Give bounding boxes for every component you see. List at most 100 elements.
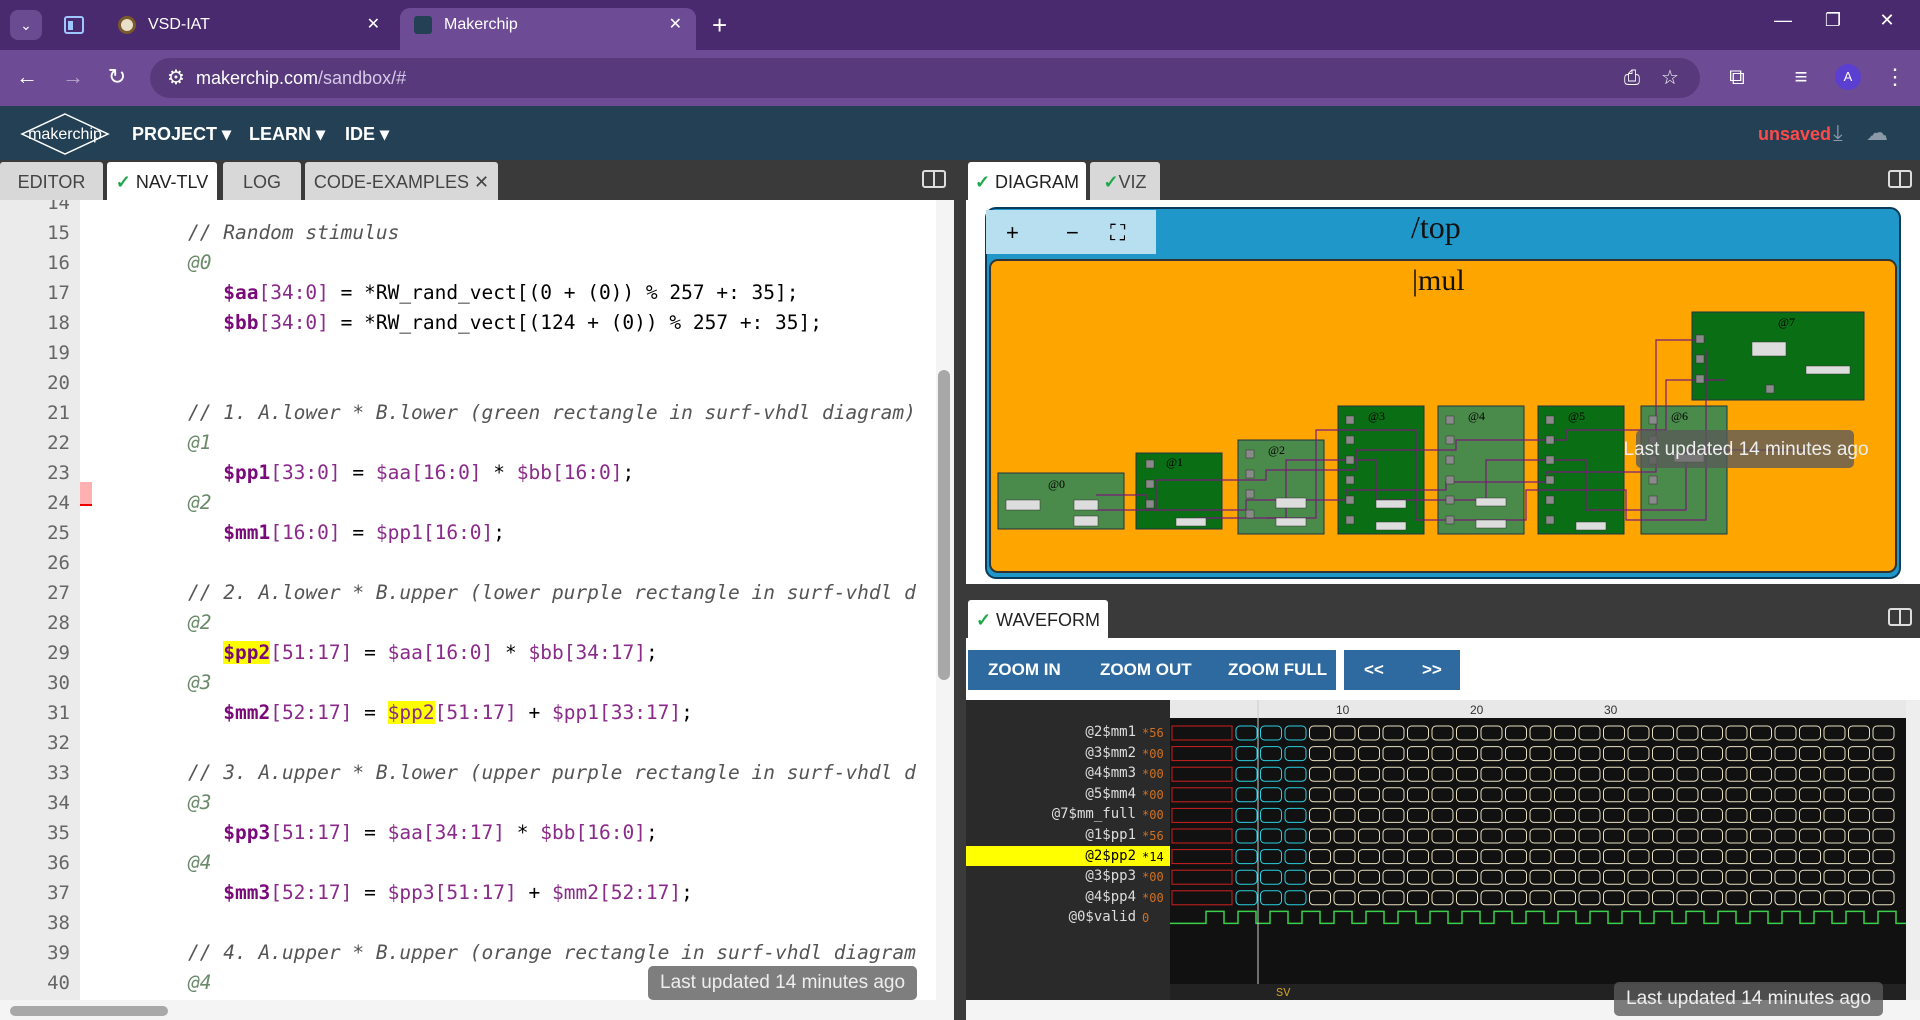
- pane-divider[interactable]: [954, 160, 966, 1020]
- close-tab-icon[interactable]: ✕: [474, 172, 489, 192]
- signal-name[interactable]: @1$pp1: [966, 827, 1136, 843]
- learn-menu[interactable]: LEARN ▾: [249, 124, 325, 145]
- code-line[interactable]: 21 // 1. A.lower * B.lower (green rectang…: [0, 398, 940, 428]
- split-pane-icon[interactable]: [922, 170, 946, 188]
- signal-trace-cell: [1848, 890, 1870, 906]
- tab-code-examples[interactable]: CODE-EXAMPLES ✕: [305, 162, 498, 200]
- tab-nav-tlv[interactable]: ✓ NAV-TLV: [107, 162, 217, 200]
- code-line[interactable]: 30 @3: [0, 668, 940, 698]
- close-window-icon[interactable]: ✕: [1872, 10, 1902, 31]
- extensions-icon[interactable]: ⧉: [1722, 64, 1752, 90]
- minimize-icon[interactable]: —: [1768, 10, 1798, 31]
- code-editor[interactable]: 14 15// Random stimulus 16 @0 17 $aa[34:0] =…: [0, 200, 954, 1020]
- bookmark-star-icon[interactable]: ☆: [1658, 67, 1682, 89]
- address-bar[interactable]: ⚙ makerchip.com/sandbox/# ⎙ ☆: [150, 58, 1700, 98]
- tab-viz[interactable]: ✓VIZ: [1090, 162, 1160, 200]
- code-line[interactable]: 27 // 2. A.lower * B.upper (lower purple …: [0, 578, 940, 608]
- code-line[interactable]: 26: [0, 548, 940, 578]
- code-line[interactable]: 29 $pp2[51:17] = $aa[16:0] * $bb[34:17];: [0, 638, 940, 668]
- editor-hscroll-thumb[interactable]: [10, 1006, 168, 1016]
- tab-search-button[interactable]: ⌄: [10, 10, 42, 40]
- code-line[interactable]: 15 // Random stimulus: [0, 218, 940, 248]
- signal-trace-cell: [1627, 725, 1650, 741]
- scroll-left-button[interactable]: <<: [1364, 650, 1384, 690]
- tab-editor[interactable]: EDITOR: [0, 162, 103, 200]
- signal-name[interactable]: @2$mm1: [966, 724, 1136, 740]
- split-pane-icon[interactable]: [1888, 170, 1912, 188]
- tab-waveform[interactable]: ✓ WAVEFORM: [968, 600, 1108, 638]
- signal-name[interactable]: @2$pp2: [966, 848, 1136, 864]
- signal-trace-cell: [1284, 828, 1307, 844]
- code-line[interactable]: 36 @4: [0, 848, 940, 878]
- zoom-out-button[interactable]: ZOOM OUT: [1100, 650, 1192, 690]
- code-line[interactable]: 24 @2: [0, 488, 940, 518]
- check-icon: ✓: [974, 172, 991, 192]
- signal-name[interactable]: @4$mm3: [966, 765, 1136, 781]
- signal-trace-cell: [1799, 725, 1821, 741]
- fit-view-icon[interactable]: ⛶: [1110, 220, 1126, 245]
- code-line[interactable]: 39 // 4. A.upper * B.upper (orange rectan…: [0, 938, 940, 968]
- code-line[interactable]: 20: [0, 368, 940, 398]
- signal-name[interactable]: @7$mm_full: [966, 806, 1136, 822]
- code-token: [51:17]: [434, 701, 517, 724]
- signal-name[interactable]: @3$pp3: [966, 868, 1136, 884]
- split-pane-icon[interactable]: [1888, 608, 1912, 626]
- editor-scroll-thumb[interactable]: [938, 370, 950, 680]
- zoom-out-icon[interactable]: −: [1066, 220, 1079, 245]
- restore-icon[interactable]: ❐: [1818, 10, 1848, 31]
- code-line[interactable]: 38: [0, 908, 940, 938]
- site-settings-icon[interactable]: ⚙: [164, 67, 188, 89]
- close-tab-icon[interactable]: ✕: [367, 8, 380, 42]
- code-line[interactable]: 22 @1: [0, 428, 940, 458]
- tab-groups-icon[interactable]: [62, 13, 86, 37]
- svg-text:@1: @1: [1166, 455, 1183, 469]
- code-line[interactable]: 17 $aa[34:0] = *RW_rand_vect[(0 + (0)) %…: [0, 278, 940, 308]
- profile-avatar[interactable]: A: [1835, 64, 1861, 90]
- code-line[interactable]: 32: [0, 728, 940, 758]
- right-pane-divider[interactable]: [966, 584, 1920, 598]
- tab-log[interactable]: LOG: [223, 162, 301, 200]
- code-line[interactable]: 28 @2: [0, 608, 940, 638]
- cloud-upload-icon[interactable]: ☁: [1866, 120, 1888, 146]
- code-line[interactable]: 34 @3: [0, 788, 940, 818]
- reload-icon[interactable]: ↻: [102, 64, 132, 90]
- code-line[interactable]: 33 // 3. A.upper * B.lower (upper purple …: [0, 758, 940, 788]
- signal-name[interactable]: @4$pp4: [966, 889, 1136, 905]
- code-line[interactable]: 14: [0, 200, 940, 218]
- signal-name[interactable]: @5$mm4: [966, 786, 1136, 802]
- signal-trace-cell: [1358, 890, 1380, 906]
- close-tab-icon[interactable]: ✕: [669, 8, 682, 42]
- signal-trace-cell: [1725, 849, 1748, 865]
- waveform-viewer[interactable]: 102030+ SVSV @2$mm1*56@3$mm2*00@4$mm3*00…: [966, 700, 1906, 1000]
- browser-tab-vsd[interactable]: VSD-IAT ✕: [104, 8, 394, 50]
- zoom-full-button[interactable]: ZOOM FULL: [1228, 650, 1327, 690]
- pipeline-diagram[interactable]: + − ⛶ /top |mul @0 @1 @2 @3 @4 @5 @6 @7: [966, 200, 1920, 584]
- project-menu[interactable]: PROJECT ▾: [132, 124, 231, 145]
- signal-name[interactable]: @3$mm2: [966, 745, 1136, 761]
- back-icon[interactable]: ←: [12, 64, 42, 90]
- ide-menu[interactable]: IDE ▾: [345, 124, 389, 145]
- code-line[interactable]: 37 $mm3[52:17] = $pp3[51:17] + $mm2[52:1…: [0, 878, 940, 908]
- code-line[interactable]: 23 $pp1[33:0] = $aa[16:0] * $bb[16:0];: [0, 458, 940, 488]
- code-line[interactable]: 18 $bb[34:0] = *RW_rand_vect[(124 + (0))…: [0, 308, 940, 338]
- code-line[interactable]: 25 $mm1[16:0] = $pp1[16:0];: [0, 518, 940, 548]
- code-line[interactable]: 16 @0: [0, 248, 940, 278]
- new-tab-button[interactable]: +: [712, 10, 727, 40]
- code-line[interactable]: 35 $pp3[51:17] = $aa[34:17] * $bb[16:0];: [0, 818, 940, 848]
- media-control-icon[interactable]: ≡: [1786, 64, 1816, 90]
- signal-name[interactable]: @0$valid: [966, 909, 1136, 925]
- download-icon[interactable]: ⤓: [1833, 120, 1843, 146]
- forward-icon[interactable]: →: [58, 64, 88, 90]
- browser-menu-icon[interactable]: ⋮: [1880, 64, 1910, 90]
- zoom-in-button[interactable]: ZOOM IN: [988, 650, 1061, 690]
- tab-diagram[interactable]: ✓ DIAGRAM: [968, 162, 1086, 200]
- browser-tab-makerchip[interactable]: Makerchip ✕: [400, 8, 696, 50]
- install-app-icon[interactable]: ⎙: [1620, 67, 1644, 89]
- zoom-in-icon[interactable]: +: [1006, 220, 1019, 245]
- scroll-right-button[interactable]: >>: [1422, 650, 1442, 690]
- code-line[interactable]: 31 $mm2[52:17] = $pp2[51:17] + $pp1[33:1…: [0, 698, 940, 728]
- waveform-vertical-scrollbar[interactable]: [1906, 700, 1920, 1000]
- code-line[interactable]: 19: [0, 338, 940, 368]
- line-number: 37: [47, 882, 70, 904]
- makerchip-logo[interactable]: makerchip: [20, 112, 110, 156]
